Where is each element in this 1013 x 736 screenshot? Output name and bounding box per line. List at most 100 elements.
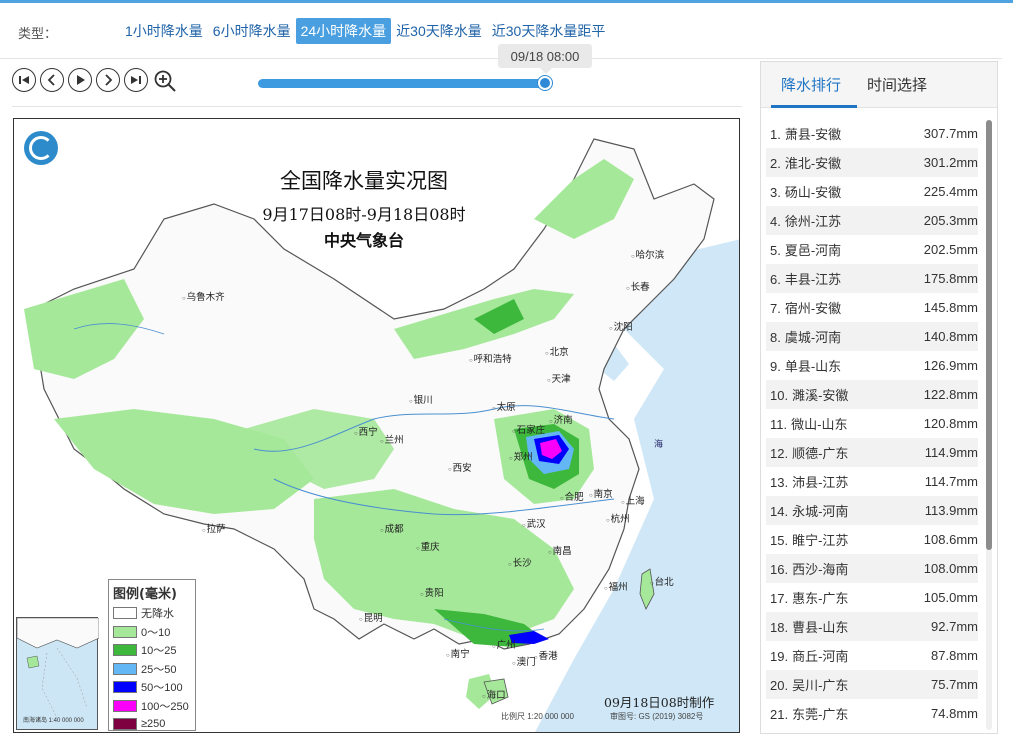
ranking-row[interactable]: 9. 单县-山东 126.9mm (766, 351, 978, 380)
city-label: 重庆 (416, 539, 440, 553)
ranking-label: 2.淮北-安徽 (770, 153, 841, 172)
legend-swatch (113, 700, 137, 712)
ranking-row[interactable]: 11. 微山-山东 120.8mm (766, 409, 978, 438)
next-frame-button[interactable] (96, 68, 120, 92)
tab-precipitation-ranking[interactable]: 降水排行 (781, 74, 841, 95)
legend-item: 50～100 (113, 678, 191, 697)
ranking-value: 126.9mm (924, 358, 978, 373)
tab-6h-precipitation[interactable]: 6小时降水量 (208, 18, 296, 44)
ranking-label: 5.夏邑-河南 (770, 240, 841, 259)
first-frame-button[interactable] (12, 68, 36, 92)
ranking-place: 宿州-安徽 (785, 301, 841, 316)
tab-1h-precipitation[interactable]: 1小时降水量 (120, 18, 208, 44)
city-label: 南宁 (446, 646, 470, 660)
ranking-label: 13.沛县-江苏 (770, 472, 848, 491)
ranking-label: 12. 顺德-广东 (770, 443, 848, 462)
ranking-row[interactable]: 18.曹县-山东92.7mm (766, 612, 978, 641)
ranking-place: 萧县-安徽 (785, 127, 841, 142)
ranking-place: 淮北-安徽 (785, 156, 841, 171)
tab-time-select[interactable]: 时间选择 (867, 74, 927, 95)
ranking-row[interactable]: 14.永城-河南 113.9mm (766, 496, 978, 525)
zoom-in-icon (153, 69, 177, 93)
city-label: 郑州 (509, 449, 533, 463)
city-label: 南京 (589, 486, 613, 500)
ranking-number: 6. (770, 272, 781, 287)
active-tab-indicator (771, 105, 857, 108)
map-legend: 图例(毫米) 无降水 0～10 10～25 25～50 50～100 100～2… (108, 579, 196, 731)
ranking-row[interactable]: 19.商丘-河南87.8mm (766, 641, 978, 670)
city-label: 南昌 (548, 543, 572, 557)
ranking-row[interactable]: 1.萧县-安徽307.7mm (766, 119, 978, 148)
ranking-value: 140.8mm (924, 329, 978, 344)
city-label: 西安 (448, 460, 472, 474)
ranking-number: 11. (770, 417, 787, 432)
ranking-number: 10. (770, 388, 788, 403)
legend-item: 无降水 (113, 604, 191, 623)
ranking-place: 单县-山东 (785, 359, 841, 374)
ranking-label: 4.徐州-江苏 (770, 211, 841, 230)
ranking-row[interactable]: 17.惠东-广东105.0mm (766, 583, 978, 612)
ranking-scrollbar-thumb[interactable] (986, 120, 992, 550)
ranking-row[interactable]: 7.宿州-安徽145.8mm (766, 293, 978, 322)
ranking-number: 19. (770, 649, 788, 664)
time-slider-track[interactable] (258, 79, 548, 88)
ranking-number: 14. (770, 504, 788, 519)
ranking-row[interactable]: 21.东莞-广东74.8mm (766, 699, 978, 728)
ranking-place: 吴川-广东 (792, 678, 848, 693)
ranking-label: 14.永城-河南 (770, 501, 848, 520)
made-time: 09月18日08时制作 (604, 692, 714, 711)
ranking-row[interactable]: 8.虞城-河南140.8mm (766, 322, 978, 351)
city-label: 上海 (621, 493, 645, 507)
ranking-label: 16.西沙-海南 (770, 559, 848, 578)
controls-divider (12, 106, 742, 107)
ranking-row[interactable]: 12.顺德-广东114.9mm (766, 438, 978, 467)
map-title: 全国降水量实况图 (114, 165, 614, 195)
ranking-row[interactable]: 13.沛县-江苏114.7mm (766, 467, 978, 496)
legend-swatch (113, 644, 137, 656)
ranking-place: 商丘-河南 (792, 649, 848, 664)
ranking-number: 12. (770, 446, 788, 461)
tab-30d-anomaly[interactable]: 近30天降水量距平 (487, 18, 611, 44)
ranking-row[interactable]: 16.西沙-海南108.0mm (766, 554, 978, 583)
ranking-row[interactable]: 2.淮北-安徽301.2mm (766, 148, 978, 177)
ranking-number: 9. (770, 359, 781, 374)
city-label: 广州 (492, 637, 516, 651)
time-tooltip: 09/18 08:00 (498, 44, 592, 68)
ranking-place: 微山-山东 (791, 417, 847, 432)
tab-24h-precipitation[interactable]: 24小时降水量 (296, 18, 392, 44)
last-frame-button[interactable] (124, 68, 148, 92)
ranking-value: 175.8mm (924, 271, 978, 286)
ranking-row[interactable]: 10.濉溪-安徽122.8mm (766, 380, 978, 409)
city-label: 福州 (604, 579, 628, 593)
legend-item: 25～50 (113, 660, 191, 679)
play-button[interactable] (68, 68, 92, 92)
city-label: 长春 (626, 279, 650, 293)
map-period: 9月17日08时-9月18日08时 (114, 201, 614, 225)
ranking-label: 9. 单县-山东 (770, 356, 841, 375)
cma-logo (24, 131, 58, 165)
playback-controls (12, 68, 178, 94)
ranking-row[interactable]: 20.吴川-广东75.7mm (766, 670, 978, 699)
ranking-row[interactable]: 5.夏邑-河南202.5mm (766, 235, 978, 264)
ranking-place: 顺德-广东 (792, 446, 848, 461)
ranking-label: 21.东莞-广东 (770, 704, 848, 723)
ranking-label: 7.宿州-安徽 (770, 298, 841, 317)
tab-30d-precipitation[interactable]: 近30天降水量 (391, 18, 487, 44)
type-label: 类型： (18, 23, 57, 42)
ranking-place: 沛县-江苏 (792, 475, 848, 490)
ranking-place: 西沙-海南 (792, 562, 848, 577)
zoom-in-button[interactable] (152, 68, 178, 94)
time-slider-handle[interactable] (538, 76, 552, 90)
legend-item: 100～250 (113, 697, 191, 716)
ranking-row[interactable]: 6.丰县-江苏175.8mm (766, 264, 978, 293)
ranking-value: 113.9mm (925, 503, 978, 518)
ranking-row[interactable]: 3.砀山-安徽225.4mm (766, 177, 978, 206)
ranking-value: 120.8mm (924, 416, 978, 431)
precipitation-map[interactable]: 全国降水量实况图 9月17日08时-9月18日08时 中央气象台 乌鲁木齐 哈尔… (13, 118, 740, 733)
ranking-row[interactable]: 4.徐州-江苏205.3mm (766, 206, 978, 235)
previous-frame-button[interactable] (40, 68, 64, 92)
ranking-row[interactable]: 15.睢宁-江苏108.6mm (766, 525, 978, 554)
ranking-value: 92.7mm (931, 619, 978, 634)
panel-tabs: 降水排行 时间选择 (761, 62, 997, 108)
map-scale: 比例尺 1:20 000 000 (501, 711, 574, 722)
